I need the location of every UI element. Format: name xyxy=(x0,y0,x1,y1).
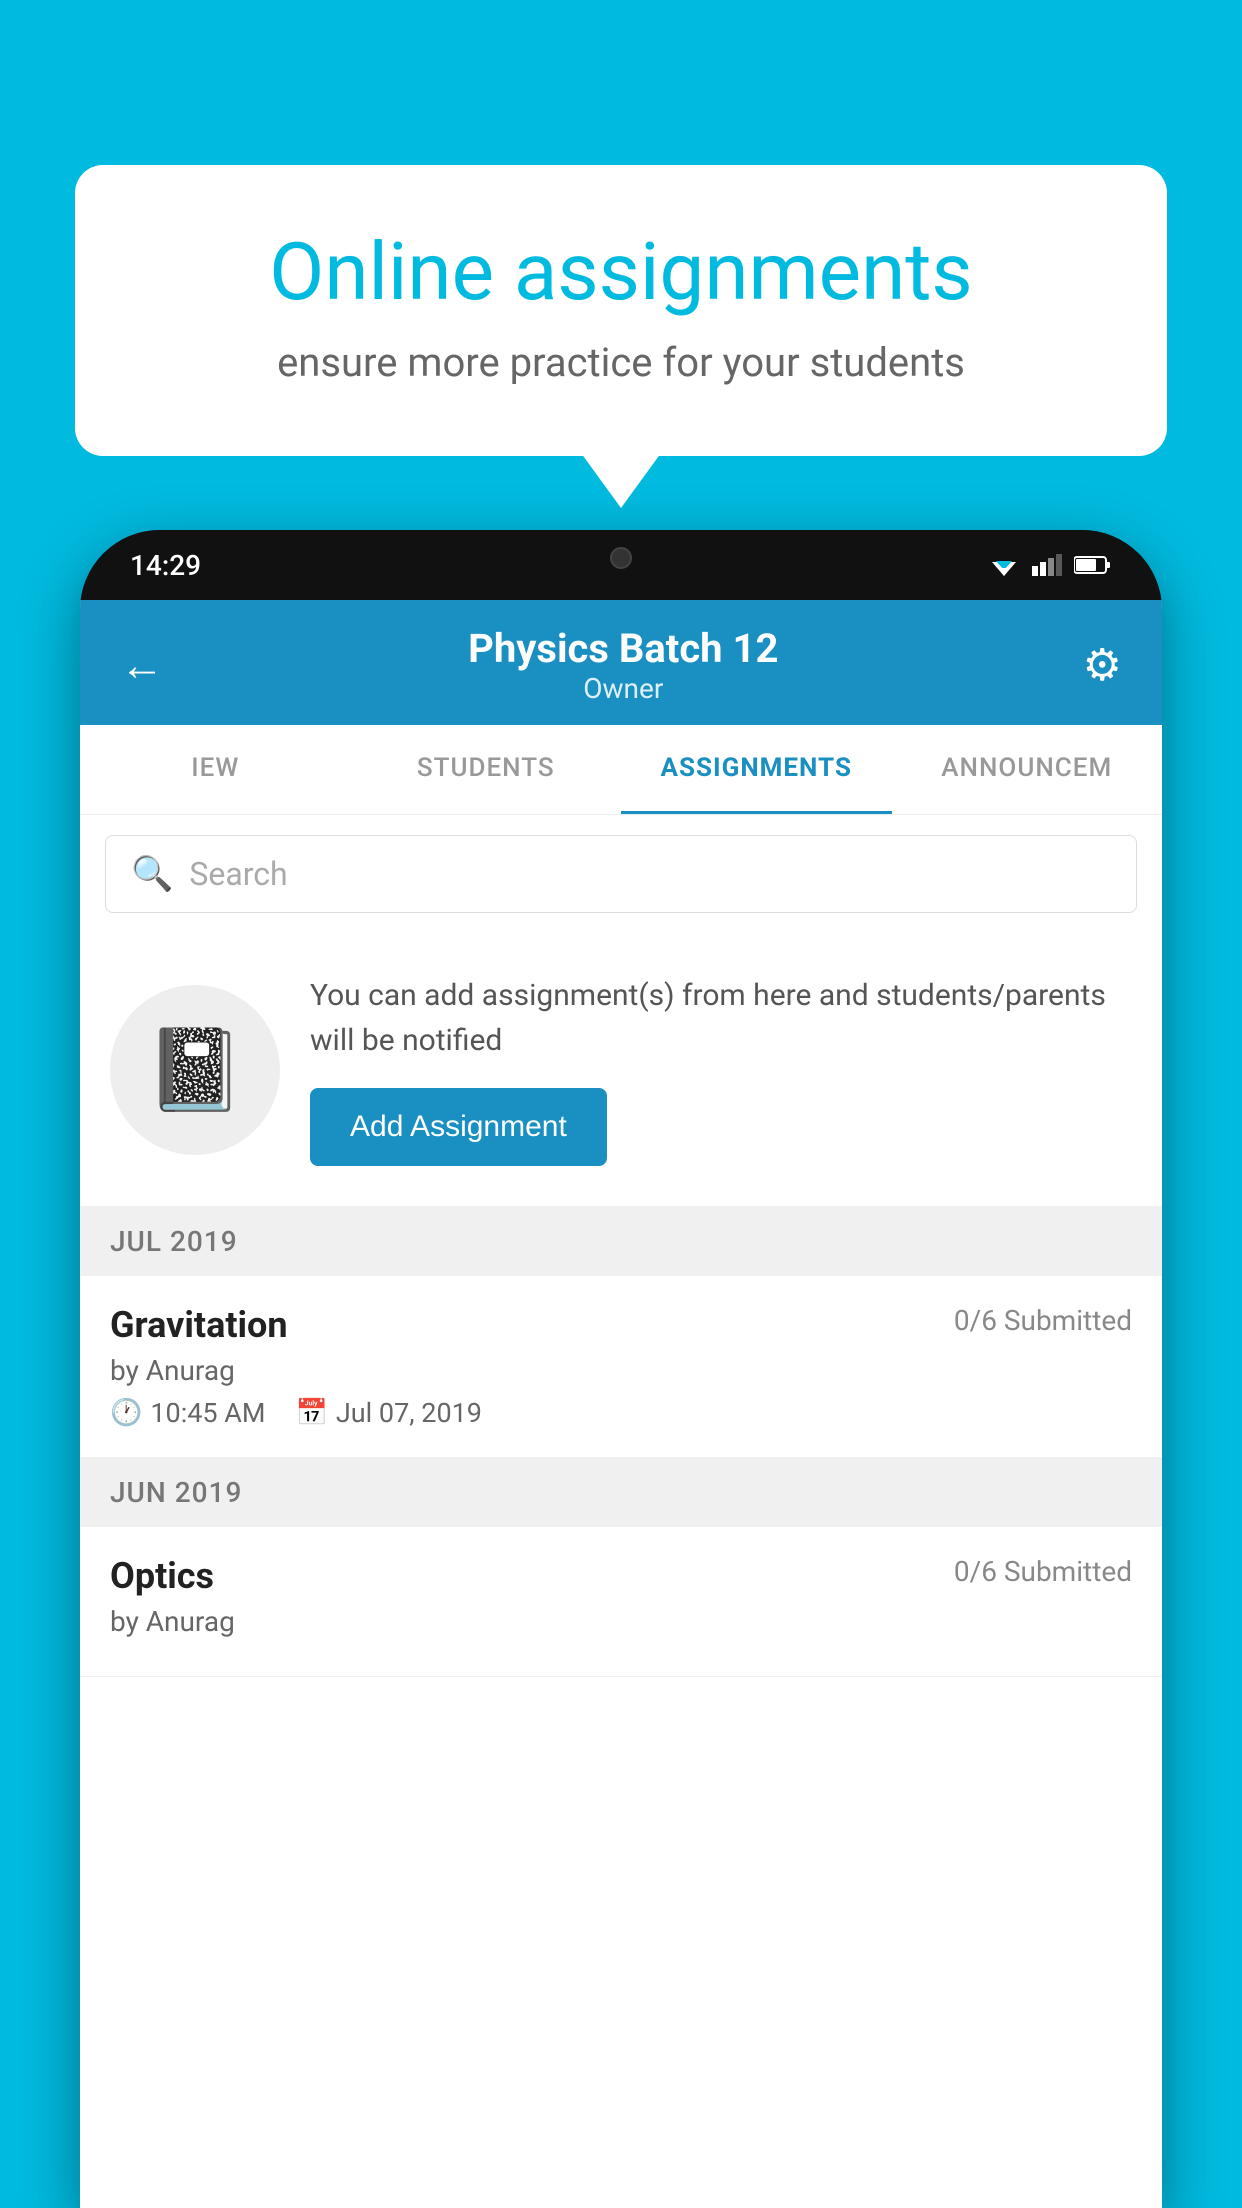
assignment-meta: 🕐 10:45 AM 📅 Jul 07, 2019 xyxy=(110,1397,1132,1429)
assignment-by: by Anurag xyxy=(110,1354,1132,1387)
wifi-icon xyxy=(988,554,1020,576)
time-value: 10:45 AM xyxy=(150,1397,265,1429)
battery-icon xyxy=(1074,555,1112,575)
date-value: Jul 07, 2019 xyxy=(336,1397,482,1429)
info-right: You can add assignment(s) from here and … xyxy=(310,973,1132,1166)
status-bar: 14:29 xyxy=(80,530,1162,600)
submitted-count: 0/6 Submitted xyxy=(954,1304,1132,1337)
tab-announcements[interactable]: ANNOUNCЕМ xyxy=(892,725,1163,814)
assignment-time: 🕐 10:45 AM xyxy=(110,1397,266,1429)
speech-bubble-wrapper: Online assignments ensure more practice … xyxy=(75,165,1167,456)
assignment-row-top-optics: Optics 0/6 Submitted xyxy=(110,1555,1132,1597)
app-header: ← Physics Batch 12 Owner ⚙ xyxy=(80,600,1162,725)
status-icons xyxy=(988,554,1112,576)
clock-icon: 🕐 xyxy=(110,1398,142,1428)
search-container: 🔍 Search xyxy=(80,815,1162,933)
info-description: You can add assignment(s) from here and … xyxy=(310,973,1132,1063)
search-bar[interactable]: 🔍 Search xyxy=(105,835,1137,913)
app-content: ← Physics Batch 12 Owner ⚙ IEW STUDENTS … xyxy=(80,600,1162,2208)
assignment-row-top: Gravitation 0/6 Submitted xyxy=(110,1304,1132,1346)
tab-students[interactable]: STUDENTS xyxy=(351,725,622,814)
tab-assignments[interactable]: ASSIGNMENTS xyxy=(621,725,892,814)
assignment-icon: 📓 xyxy=(145,1023,245,1117)
submitted-count-optics: 0/6 Submitted xyxy=(954,1555,1132,1588)
assignment-icon-circle: 📓 xyxy=(110,985,280,1155)
assignment-date: 📅 Jul 07, 2019 xyxy=(296,1397,482,1429)
settings-icon[interactable]: ⚙ xyxy=(1083,639,1122,691)
info-section: 📓 You can add assignment(s) from here an… xyxy=(80,933,1162,1207)
tabs-bar: IEW STUDENTS ASSIGNMENTS ANNOUNCЕМ xyxy=(80,725,1162,815)
batch-title: Physics Batch 12 xyxy=(468,625,778,672)
section-header-jun: JUN 2019 xyxy=(80,1458,1162,1527)
bubble-subtitle: ensure more practice for your students xyxy=(155,339,1087,386)
batch-role: Owner xyxy=(468,672,778,705)
phone-frame: 14:29 ← xyxy=(80,530,1162,2208)
phone-time: 14:29 xyxy=(130,549,201,582)
back-button[interactable]: ← xyxy=(120,639,164,691)
search-placeholder: Search xyxy=(189,855,287,893)
assignment-item-optics[interactable]: Optics 0/6 Submitted by Anurag xyxy=(80,1527,1162,1677)
signal-icon xyxy=(1032,554,1062,576)
phone-notch xyxy=(551,530,691,585)
search-icon: 🔍 xyxy=(131,854,173,894)
header-center: Physics Batch 12 Owner xyxy=(468,625,778,705)
assignment-item-gravitation[interactable]: Gravitation 0/6 Submitted by Anurag 🕐 10… xyxy=(80,1276,1162,1458)
assignment-name: Gravitation xyxy=(110,1304,288,1346)
add-assignment-button[interactable]: Add Assignment xyxy=(310,1088,607,1166)
tab-overview[interactable]: IEW xyxy=(80,725,351,814)
assignment-name-optics: Optics xyxy=(110,1555,214,1597)
bubble-title: Online assignments xyxy=(155,225,1087,319)
calendar-icon: 📅 xyxy=(296,1398,328,1428)
section-header-jul: JUL 2019 xyxy=(80,1207,1162,1276)
speech-bubble: Online assignments ensure more practice … xyxy=(75,165,1167,456)
camera xyxy=(610,547,632,569)
assignment-by-optics: by Anurag xyxy=(110,1605,1132,1638)
